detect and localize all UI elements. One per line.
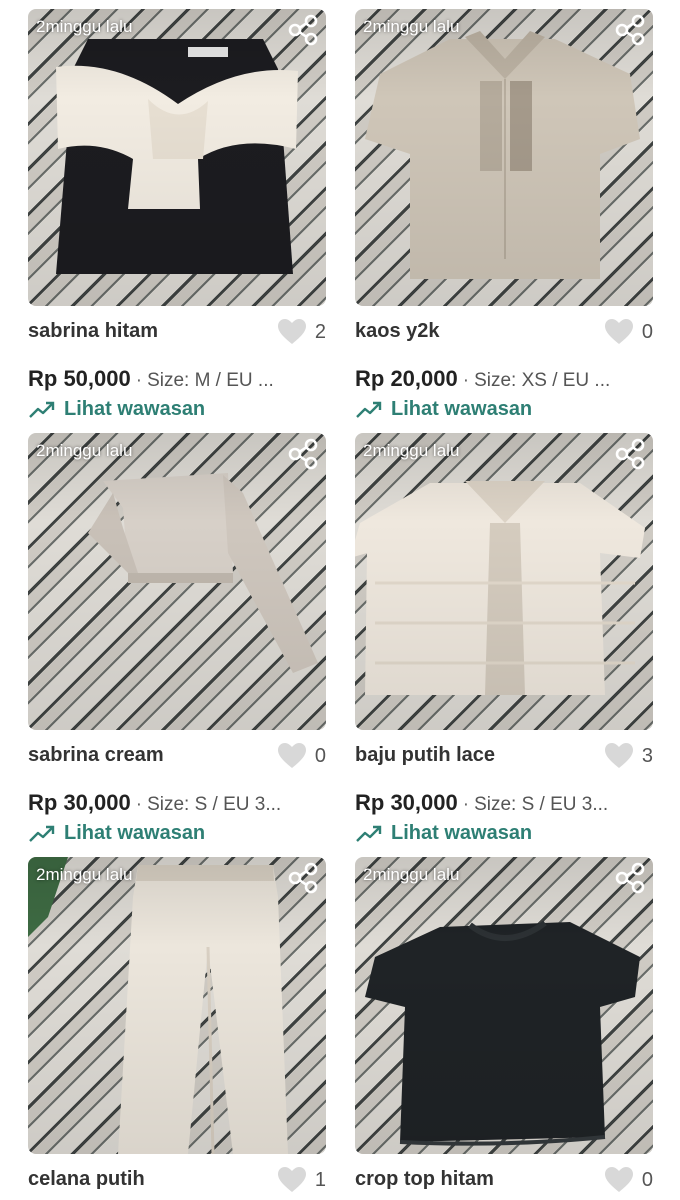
product-title[interactable]: crop top hitam	[355, 1168, 494, 1191]
like-count: 0	[641, 320, 653, 343]
like-count: 0	[314, 744, 326, 767]
share-icon[interactable]	[286, 13, 320, 47]
product-photo[interactable]: 2minggu lalu	[28, 857, 326, 1154]
share-icon[interactable]	[286, 861, 320, 895]
insight-link[interactable]: Lihat wawasan	[28, 398, 205, 421]
insight-link[interactable]: Lihat wawasan	[355, 822, 532, 845]
posted-time: 2minggu lalu	[363, 865, 460, 884]
price-size-row: Rp 30,000 · Size: S / EU 3...	[355, 790, 653, 816]
separator-dot: ·	[135, 370, 143, 391]
product-title[interactable]: baju putih lace	[355, 744, 495, 767]
like-control[interactable]: 2	[277, 317, 326, 347]
posted-time: 2minggu lalu	[36, 17, 133, 36]
like-count: 0	[641, 1168, 653, 1191]
posted-time: 2minggu lalu	[36, 865, 133, 884]
size-label: Size: S / EU 3...	[474, 794, 609, 815]
heart-icon[interactable]	[277, 318, 307, 346]
trend-up-icon	[356, 825, 382, 842]
product-photo[interactable]: 2minggu lalu	[355, 9, 653, 306]
share-icon[interactable]	[286, 437, 320, 471]
heart-icon[interactable]	[277, 742, 307, 770]
like-count: 2	[314, 320, 326, 343]
separator-dot: ·	[135, 794, 143, 815]
heart-icon[interactable]	[277, 1166, 307, 1194]
trend-up-icon	[356, 401, 382, 418]
like-control[interactable]: 1	[277, 1165, 326, 1195]
product-photo[interactable]: 2minggu lalu	[355, 857, 653, 1154]
posted-time: 2minggu lalu	[36, 441, 133, 460]
price: Rp 50,000	[28, 366, 131, 391]
product-grid: 2minggu lalu sabrina hitam 2 Rp 50,000 ·…	[0, 0, 680, 1200]
price: Rp 30,000	[355, 790, 458, 815]
like-control[interactable]: 0	[604, 1165, 653, 1195]
like-count: 3	[641, 744, 653, 767]
product-title[interactable]: sabrina hitam	[28, 320, 158, 343]
insight-link[interactable]: Lihat wawasan	[355, 398, 532, 421]
like-count: 1	[314, 1168, 326, 1191]
product-title[interactable]: kaos y2k	[355, 320, 440, 343]
like-control[interactable]: 3	[604, 741, 653, 771]
price: Rp 20,000	[355, 366, 458, 391]
heart-icon[interactable]	[604, 318, 634, 346]
trend-up-icon	[29, 825, 55, 842]
separator-dot: ·	[462, 370, 470, 391]
share-icon[interactable]	[613, 437, 647, 471]
share-icon[interactable]	[613, 861, 647, 895]
like-control[interactable]: 0	[277, 741, 326, 771]
product-photo[interactable]: 2minggu lalu	[28, 9, 326, 306]
price-size-row: Rp 30,000 · Size: S / EU 3...	[28, 790, 326, 816]
insight-label: Lihat wawasan	[64, 822, 206, 844]
insight-label: Lihat wawasan	[64, 398, 206, 420]
insight-label: Lihat wawasan	[391, 398, 533, 420]
product-title[interactable]: celana putih	[28, 1168, 145, 1191]
insight-link[interactable]: Lihat wawasan	[28, 822, 205, 845]
size-label: Size: M / EU ...	[147, 370, 274, 391]
heart-icon[interactable]	[604, 1166, 634, 1194]
product-title[interactable]: sabrina cream	[28, 744, 164, 767]
separator-dot: ·	[462, 794, 470, 815]
trend-up-icon	[29, 401, 55, 418]
size-label: Size: S / EU 3...	[147, 794, 282, 815]
price-size-row: Rp 50,000 · Size: M / EU ...	[28, 366, 326, 392]
insight-label: Lihat wawasan	[391, 822, 533, 844]
posted-time: 2minggu lalu	[363, 441, 460, 460]
share-icon[interactable]	[613, 13, 647, 47]
price-size-row: Rp 20,000 · Size: XS / EU ...	[355, 366, 653, 392]
like-control[interactable]: 0	[604, 317, 653, 347]
posted-time: 2minggu lalu	[363, 17, 460, 36]
size-label: Size: XS / EU ...	[474, 370, 611, 391]
price: Rp 30,000	[28, 790, 131, 815]
product-photo[interactable]: 2minggu lalu	[355, 433, 653, 730]
product-photo[interactable]: 2minggu lalu	[28, 433, 326, 730]
heart-icon[interactable]	[604, 742, 634, 770]
